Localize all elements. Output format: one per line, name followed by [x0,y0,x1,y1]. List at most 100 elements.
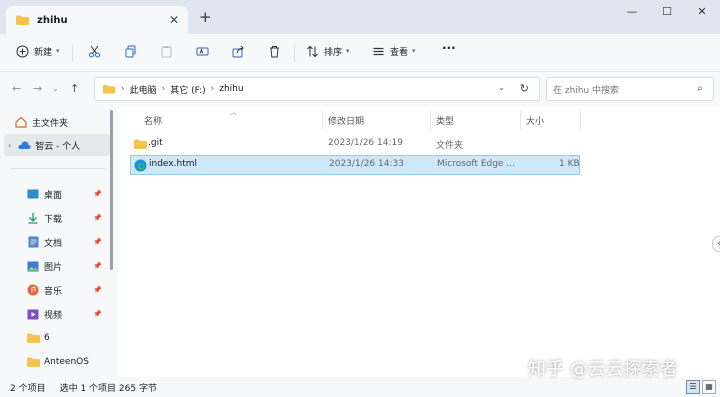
pin-icon[interactable]: 📌 [93,310,102,318]
up-arrow-icon[interactable]: ↑ [70,82,79,95]
sidebar-item-music[interactable]: 音乐 📌 [26,279,108,301]
sort-button[interactable]: 排序 ▾ [304,43,350,59]
sidebar-item-anteenos[interactable]: AnteenOS [26,351,108,373]
sidebar-item-label: 6 [44,333,50,343]
column-header-modified[interactable]: 修改日期 [328,114,364,127]
table-row[interactable]: .git 2023/1/26 14:19 文件夹 [130,134,580,154]
delete-button[interactable] [266,43,282,59]
pin-icon[interactable]: 📌 [93,262,102,270]
folder-icon [26,355,40,369]
chevron-right-icon: › [121,84,125,94]
sort-button-label: 排序 [324,47,343,58]
column-header-name[interactable]: 名称 [144,114,162,127]
pin-icon[interactable]: 📌 [93,214,102,222]
home-icon [14,115,28,129]
expand-chevron-icon[interactable]: › [8,141,11,150]
address-bar[interactable]: › 此电脑 › 其它 (F:) › zhihu ⌄ ↻ [94,77,540,101]
command-bar: 新建 ▾ 排序 ▾ 查看 ▾ ··· [0,34,720,72]
chevron-down-icon: ▾ [346,47,350,55]
maximize-button[interactable]: ☐ [652,4,682,20]
sidebar-item-label: 下载 [44,214,63,225]
paste-button[interactable] [158,43,174,59]
file-list: ︿ 名称 修改日期 类型 大小 .git 2023/1/26 14:19 文件夹… [118,106,720,377]
sidebar-item-label: 主文件夹 [32,118,69,129]
column-divider[interactable] [430,110,431,130]
more-options-button[interactable]: ··· [442,41,456,55]
sidebar-item-videos[interactable]: 视频 📌 [26,303,108,325]
sidebar-item-6[interactable]: 6 [26,327,108,349]
sort-up-icon: ︿ [230,108,237,116]
file-name: .git [148,138,163,148]
chevron-down-icon[interactable]: ⌄ [498,83,505,92]
copy-button[interactable] [122,43,138,59]
recent-chevron-icon[interactable]: ⌄ [52,84,59,93]
chevron-right-icon: › [210,84,215,94]
details-view-icon[interactable]: ☰ [686,380,700,394]
column-header-size[interactable]: 大小 [526,114,544,127]
copy-icon [122,43,138,59]
file-name: index.html [149,159,197,169]
video-icon [26,307,40,321]
column-divider[interactable] [580,110,581,130]
view-button[interactable]: 查看 ▾ [370,43,416,59]
trash-icon [266,43,282,59]
sidebar-item-home[interactable]: 主文件夹 [14,111,122,133]
item-count: 2 个项目 [10,383,46,394]
tiles-view-icon[interactable]: ▦ [702,380,716,394]
breadcrumb-drive-f[interactable]: 其它 (F:) [170,83,205,96]
back-arrow-icon[interactable]: ← [12,82,21,95]
sidebar-item-documents[interactable]: 文档 📌 [26,231,108,253]
breadcrumb-this-pc[interactable]: 此电脑 [130,83,157,96]
breadcrumb-zhihu[interactable]: zhihu [219,84,243,94]
table-row[interactable]: index.html 2023/1/26 14:33 Microsoft Edg… [130,155,580,175]
folder-icon [26,331,40,345]
forward-arrow-icon[interactable]: → [33,82,42,95]
pin-icon[interactable]: 📌 [93,286,102,294]
music-icon [26,283,40,297]
divider [72,44,73,62]
expand-pane-chevron-icon[interactable]: ‹ [712,236,720,252]
file-modified: 2023/1/26 14:33 [329,159,404,169]
sidebar-item-label: 桌面 [44,190,63,201]
sidebar-scrollbar[interactable] [110,110,113,270]
download-icon [26,211,40,225]
watermark: 知乎 @云云探索者 [528,359,678,380]
file-type: Microsoft Edge ... [437,159,515,169]
new-button[interactable]: 新建 ▾ [14,43,60,59]
cut-button[interactable] [86,43,102,59]
scissors-icon [86,43,102,59]
sidebar-item-label: AnteenOS [44,357,89,367]
minimize-button[interactable]: — [617,4,647,20]
search-icon: ⌕ [697,83,703,94]
share-icon [230,43,246,59]
selection-info: 选中 1 个项目 265 字节 [59,383,157,394]
plus-circle-icon [14,43,30,59]
share-button[interactable] [230,43,246,59]
desktop-icon [26,187,40,201]
sidebar-item-downloads[interactable]: 下载 📌 [26,207,108,229]
picture-icon [26,259,40,273]
sidebar-item-label: 图片 [44,262,63,273]
rename-button[interactable] [194,43,210,59]
close-tab-icon[interactable]: ✕ [169,13,179,27]
column-divider[interactable] [322,110,323,130]
view-icon [370,43,386,59]
refresh-icon[interactable]: ↻ [520,82,529,95]
pin-icon[interactable]: 📌 [93,190,102,198]
clipboard-icon [158,43,174,59]
sidebar-item-cloud[interactable]: › 智云 - 个人 [4,134,110,156]
document-icon [26,235,40,249]
file-modified: 2023/1/26 14:19 [328,138,403,148]
tab-zhihu[interactable]: zhihu ✕ [6,6,188,34]
sidebar-item-label: 文档 [44,238,63,249]
sidebar-item-label: 视频 [44,310,63,321]
pin-icon[interactable]: 📌 [93,238,102,246]
column-header-type[interactable]: 类型 [436,114,454,127]
close-window-button[interactable]: ✕ [687,4,717,20]
search-input[interactable]: 在 zhihu 中搜索 ⌕ [546,77,714,101]
new-tab-button[interactable]: + [199,8,212,26]
sidebar-item-desktop[interactable]: 桌面 📌 [26,183,108,205]
search-placeholder: 在 zhihu 中搜索 [553,85,620,96]
sidebar-item-pictures[interactable]: 图片 📌 [26,255,108,277]
column-divider[interactable] [520,110,521,130]
